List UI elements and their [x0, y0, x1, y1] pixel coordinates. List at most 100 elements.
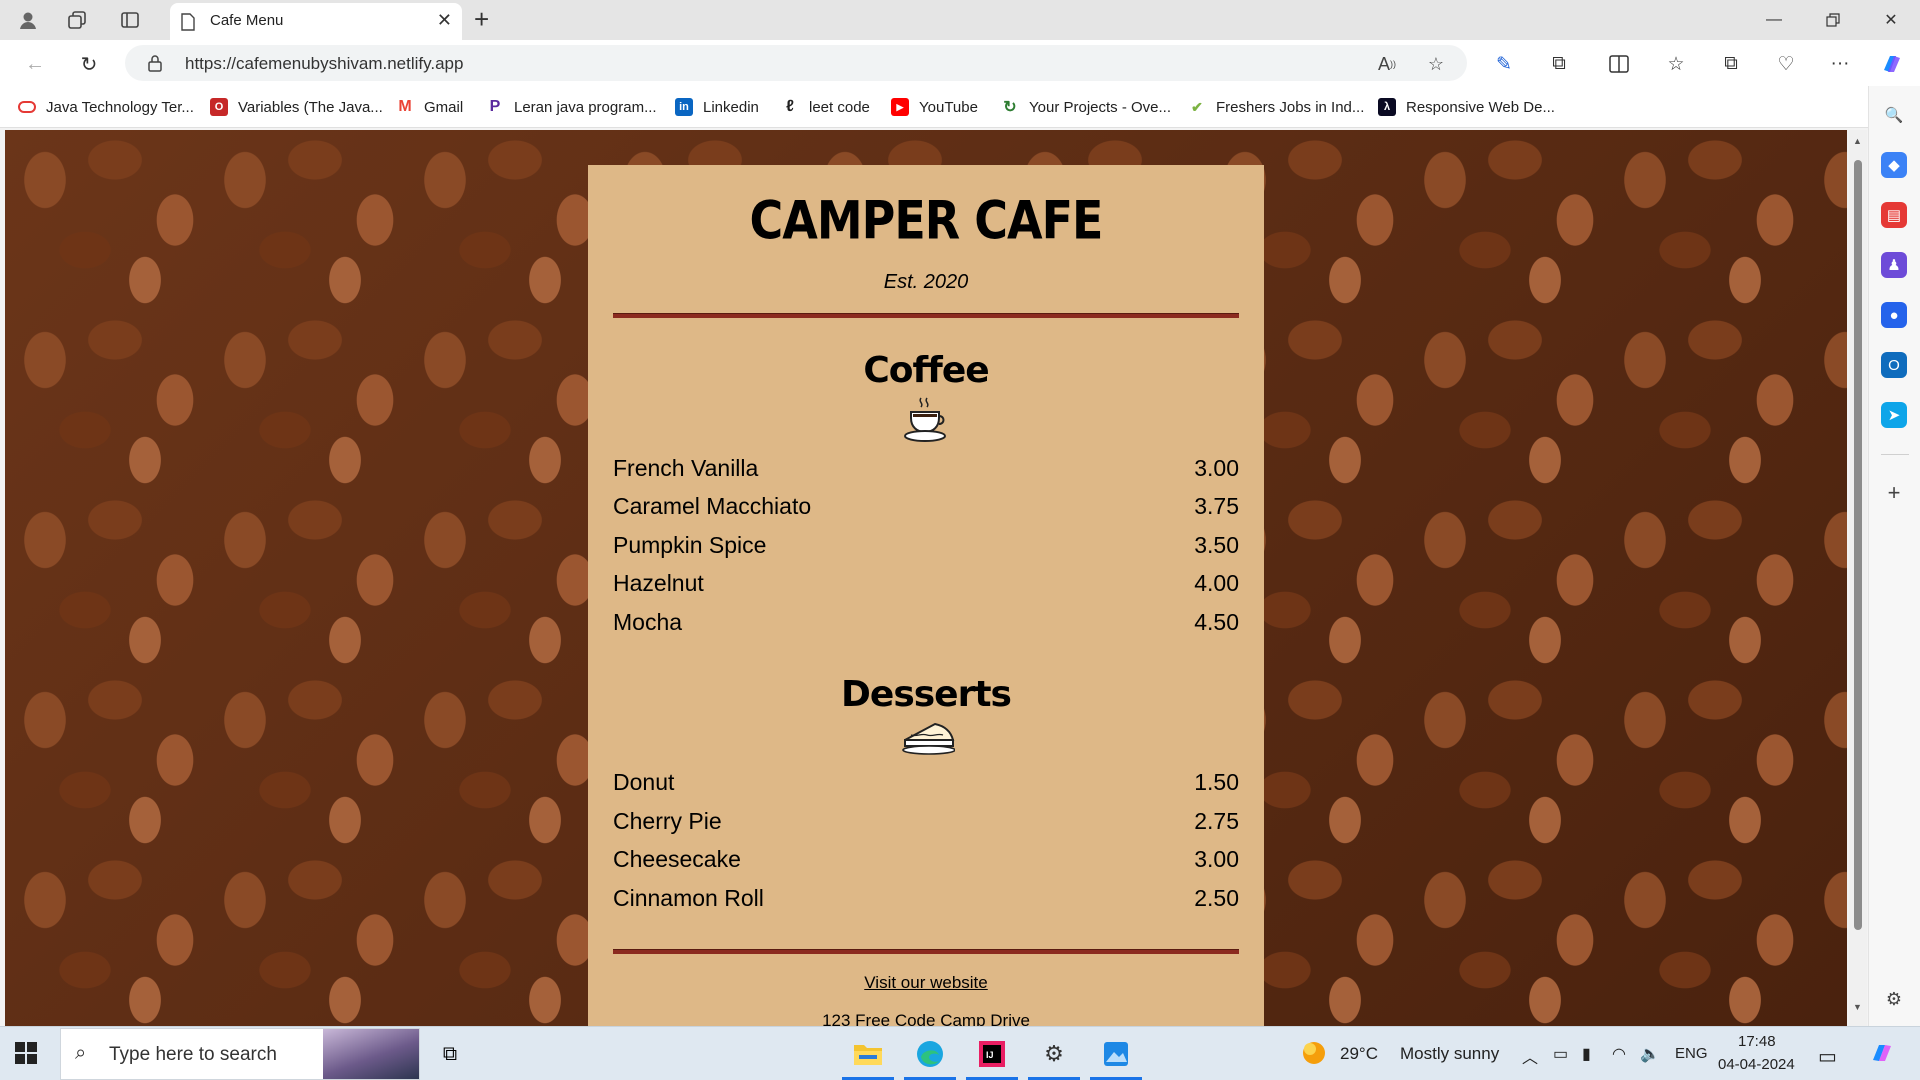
notifications-icon[interactable]: ▭	[1818, 1044, 1837, 1069]
battery-icon[interactable]: ▮	[1582, 1044, 1591, 1064]
favorites-icon[interactable]: ☆	[1662, 50, 1690, 78]
menu-item: Cherry Pie 2.75	[613, 808, 1239, 838]
meet-now-icon[interactable]: ▭	[1553, 1044, 1568, 1064]
bookmark-label: YouTube	[919, 98, 978, 116]
java-icon	[18, 101, 36, 113]
menu-item: Pumpkin Spice 3.50	[613, 532, 1239, 562]
tab-strip: Cafe Menu ✕ + — ✕	[0, 0, 1920, 40]
item-price: 4.00	[1194, 570, 1239, 596]
gmail-icon: M	[398, 98, 412, 115]
weather-sun-icon[interactable]	[1300, 1039, 1328, 1074]
vertical-tabs-icon[interactable]	[116, 6, 144, 34]
bookmark-label: Variables (The Java...	[238, 98, 383, 116]
task-view-icon[interactable]: ⧉	[432, 1036, 468, 1072]
page-scrollbar[interactable]: ▲ ▼	[1849, 130, 1867, 1026]
address-bar[interactable]: https://cafemenubyshivam.netlify.app A))…	[125, 45, 1467, 81]
clock-date[interactable]: 04-04-2024	[1718, 1056, 1795, 1073]
back-icon[interactable]: ←	[20, 49, 50, 79]
scroll-thumb[interactable]	[1854, 160, 1862, 930]
sidebar-microsoft365-icon[interactable]: ●	[1881, 302, 1907, 328]
search-highlight-image	[323, 1029, 419, 1079]
read-aloud-icon[interactable]: A))	[1375, 52, 1399, 76]
scroll-down-icon[interactable]: ▼	[1853, 1002, 1862, 1012]
close-window-icon[interactable]: ✕	[1871, 6, 1911, 34]
divider	[613, 949, 1239, 954]
restore-icon[interactable]	[1813, 6, 1853, 34]
item-price: 4.50	[1194, 609, 1239, 635]
tab-cafe-menu[interactable]: Cafe Menu ✕	[170, 3, 462, 40]
settings-gear-icon[interactable]: ⚙	[1036, 1036, 1072, 1072]
close-tab-icon[interactable]: ✕	[437, 10, 452, 31]
copilot-taskbar-icon[interactable]	[1868, 1039, 1896, 1072]
file-explorer-icon[interactable]	[850, 1036, 886, 1072]
projects-icon: ↻	[1003, 99, 1017, 116]
scroll-up-icon[interactable]: ▲	[1853, 136, 1862, 146]
sidebar-games-icon[interactable]: ♟	[1881, 252, 1907, 278]
bookmark-leetcode[interactable]: ℓ leet code	[781, 97, 870, 117]
bookmark-label: Your Projects - Ove...	[1029, 98, 1172, 116]
show-hidden-icons-icon[interactable]: ︿	[1522, 1044, 1538, 1068]
pie-icon	[901, 718, 956, 768]
taskbar-search-input[interactable]: ⌕ Type here to search	[60, 1028, 420, 1080]
wifi-icon[interactable]: ◠	[1612, 1044, 1626, 1064]
item-price: 3.00	[1194, 846, 1239, 872]
linkedin-icon: in	[675, 98, 693, 116]
browser-essentials-icon[interactable]: ♡	[1772, 50, 1800, 78]
extensions-icon[interactable]: ⧉	[1545, 50, 1573, 78]
language-indicator[interactable]: ENG	[1675, 1045, 1708, 1062]
collections-icon[interactable]: ⧉	[1717, 50, 1745, 78]
coffee-cup-icon	[901, 394, 951, 444]
profile-icon[interactable]	[14, 6, 42, 34]
bookmark-variables-java[interactable]: O Variables (The Java...	[210, 97, 383, 117]
item-name: Pumpkin Spice	[613, 532, 767, 558]
item-price: 2.75	[1194, 808, 1239, 834]
more-options-icon[interactable]: ···	[1826, 50, 1854, 78]
item-price: 3.75	[1194, 493, 1239, 519]
bookmark-label: Java Technology Ter...	[46, 98, 194, 116]
divider	[613, 313, 1239, 318]
menu-item: French Vanilla 3.00	[613, 455, 1239, 485]
minimize-icon[interactable]: —	[1754, 6, 1794, 34]
sidebar-search-icon[interactable]: 🔍	[1881, 102, 1907, 128]
bookmark-label: Leran java program...	[514, 98, 657, 116]
intellij-idea-icon[interactable]: IJ	[974, 1036, 1010, 1072]
bookmark-java-technology[interactable]: Java Technology Ter...	[18, 97, 194, 117]
new-tab-button[interactable]: +	[474, 5, 489, 33]
oracle-icon: O	[210, 98, 228, 116]
lock-icon[interactable]	[147, 54, 163, 77]
youtube-icon: ▶	[891, 98, 909, 116]
bookmark-linkedin[interactable]: in Linkedin	[675, 97, 759, 117]
sidebar-send-icon[interactable]: ➤	[1881, 402, 1907, 428]
bookmark-gmail[interactable]: M Gmail	[396, 97, 463, 117]
sidebar-add-icon[interactable]: +	[1881, 480, 1907, 506]
sidebar-settings-icon[interactable]: ⚙	[1881, 986, 1907, 1012]
url-text[interactable]: https://cafemenubyshivam.netlify.app	[185, 54, 463, 74]
copilot-icon[interactable]	[1878, 50, 1906, 78]
edge-browser-icon[interactable]	[912, 1036, 948, 1072]
refresh-icon[interactable]: ↻	[74, 49, 104, 79]
visit-website-link[interactable]: Visit our website	[588, 973, 1264, 993]
bookmark-leran-java[interactable]: P Leran java program...	[486, 97, 657, 117]
bookmark-responsive-web[interactable]: λ Responsive Web De...	[1378, 97, 1555, 117]
clock-time[interactable]: 17:48	[1738, 1033, 1776, 1050]
extension-pen-icon[interactable]: ✎	[1490, 50, 1518, 78]
bookmark-freshers-jobs[interactable]: ✔ Freshers Jobs in Ind...	[1188, 97, 1364, 117]
sidebar-shopping-icon[interactable]: ◆	[1881, 152, 1907, 178]
split-screen-icon[interactable]	[1605, 50, 1633, 78]
sidebar-tools-icon[interactable]: ▤	[1881, 202, 1907, 228]
jobs-icon: ✔	[1191, 98, 1203, 115]
item-name: Hazelnut	[613, 570, 704, 596]
weather-temperature[interactable]: 29°C	[1340, 1044, 1378, 1064]
photos-app-icon[interactable]	[1098, 1036, 1134, 1072]
workspaces-icon[interactable]	[63, 6, 91, 34]
volume-icon[interactable]: 🔈	[1640, 1044, 1660, 1064]
page-icon	[180, 13, 196, 36]
bookmark-label: Freshers Jobs in Ind...	[1216, 98, 1365, 116]
sidebar-outlook-icon[interactable]: O	[1881, 352, 1907, 378]
bookmark-youtube[interactable]: ▶ YouTube	[891, 97, 978, 117]
bookmark-label: Responsive Web De...	[1406, 98, 1555, 116]
favorite-star-icon[interactable]: ☆	[1424, 52, 1448, 76]
windows-start-icon[interactable]	[14, 1041, 40, 1067]
bookmark-your-projects[interactable]: ↻ Your Projects - Ove...	[1001, 97, 1171, 117]
weather-description[interactable]: Mostly sunny	[1400, 1044, 1499, 1064]
